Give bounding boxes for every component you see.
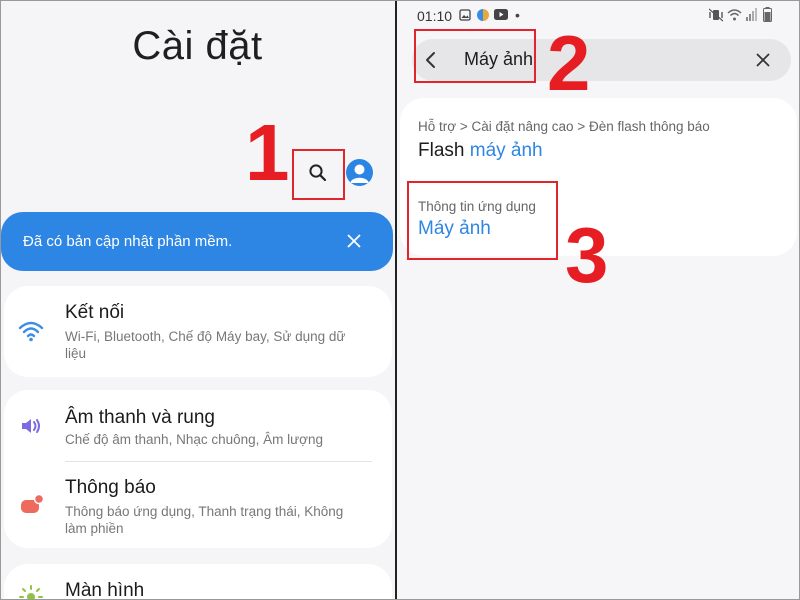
close-icon[interactable]: [753, 50, 773, 70]
display-icon: [19, 585, 43, 600]
app-notification-icon: [477, 9, 489, 21]
item-subtitle: Wi-Fi, Bluetooth, Chế độ Máy bay, Sử dụn…: [65, 329, 346, 361]
search-button[interactable]: [303, 158, 333, 188]
gallery-notification-icon: [459, 9, 471, 21]
settings-panel: Cài đặt Đã có bản cập nhật phần mềm. Kết…: [0, 0, 395, 600]
search-icon: [309, 164, 327, 182]
item-title: Âm thanh và rung: [65, 407, 215, 428]
result-path: Thông tin ứng dụng: [418, 199, 536, 214]
item-subtitle: Chế độ âm thanh, Nhạc chuông, Âm lượng: [65, 432, 324, 447]
result-path: Hỗ trợ > Cài đặt nâng cao > Đèn flash th…: [418, 119, 710, 134]
search-input[interactable]: Máy ảnh: [464, 49, 533, 70]
result-title-prefix: Flash: [418, 140, 470, 161]
item-title: Màn hình: [65, 580, 145, 600]
settings-item-connections[interactable]: Kết nối Wi-Fi, Bluetooth, Chế độ Máy bay…: [4, 286, 392, 377]
close-icon[interactable]: [343, 230, 365, 252]
youtube-notification-icon: [494, 9, 508, 20]
account-icon: [350, 164, 369, 183]
settings-item-display[interactable]: Màn hình: [4, 564, 392, 600]
annotation-1: 1: [245, 108, 290, 197]
search-results-panel: 01:10 • Máy ảnh Hỗ trợ > Cài đặt nâng ca…: [397, 0, 800, 600]
wifi-status-icon: [727, 9, 742, 21]
settings-card-display: Màn hình: [4, 564, 392, 600]
status-bar: 01:10 •: [397, 0, 800, 32]
status-time: 01:10: [417, 8, 453, 24]
status-more-dot: •: [515, 7, 520, 23]
page-title: Cài đặt: [132, 24, 263, 68]
update-banner[interactable]: Đã có bản cập nhật phần mềm.: [1, 212, 393, 271]
wifi-icon: [18, 321, 44, 342]
result-title: Máy ảnh: [418, 218, 491, 239]
result-title: Flash máy ảnh: [418, 140, 543, 162]
vibrate-mute-icon: [709, 8, 723, 22]
result-title-match: máy ảnh: [469, 140, 543, 161]
account-avatar[interactable]: [346, 159, 373, 186]
volume-icon: [22, 419, 40, 433]
item-title: Thông báo: [65, 477, 156, 498]
signal-icon: [746, 8, 757, 21]
battery-icon: [763, 7, 772, 22]
item-subtitle: Thông báo ứng dụng, Thanh trạng thái, Kh…: [65, 504, 344, 536]
settings-item-sound[interactable]: Âm thanh và rung Chế độ âm thanh, Nhạc c…: [4, 390, 392, 460]
search-bar: Máy ảnh: [412, 39, 791, 81]
update-banner-text: Đã có bản cập nhật phần mềm.: [23, 233, 233, 250]
item-title: Kết nối: [65, 302, 125, 323]
annotation-3: 3: [565, 211, 609, 299]
settings-card-connections: Kết nối Wi-Fi, Bluetooth, Chế độ Máy bay…: [4, 286, 392, 377]
settings-card-sound-notifications: Âm thanh và rung Chế độ âm thanh, Nhạc c…: [4, 390, 392, 548]
settings-item-notifications[interactable]: Thông báo Thông báo ứng dụng, Thanh trạn…: [4, 462, 392, 548]
notification-icon: [21, 493, 44, 513]
annotation-2: 2: [547, 19, 591, 107]
back-arrow-icon[interactable]: [420, 48, 444, 72]
